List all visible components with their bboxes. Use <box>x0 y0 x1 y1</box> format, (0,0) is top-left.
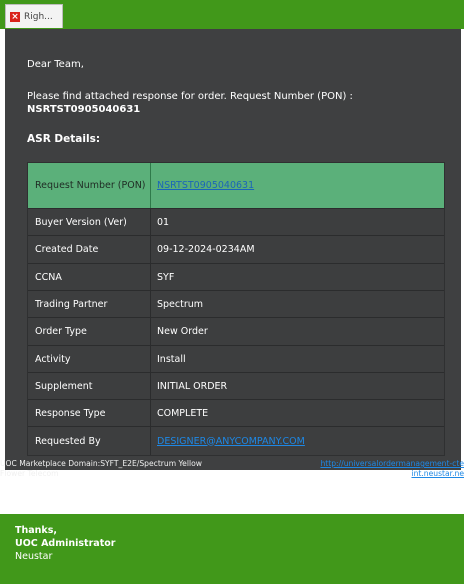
table-row: Created Date 09-12-2024-0234AM <box>28 236 444 264</box>
signature-bar: Thanks, UOC Administrator Neustar <box>0 514 464 584</box>
table-row: Request Number (PON) NSRTST0905040631 <box>28 163 444 209</box>
row-value-cell: INITIAL ORDER <box>151 373 444 399</box>
row-value: Install <box>157 353 186 365</box>
row-label: CCNA <box>28 264 151 290</box>
row-value-cell: 09-12-2024-0234AM <box>151 236 444 263</box>
row-label: Response Type <box>28 400 151 426</box>
signature-name: UOC Administrator <box>15 538 116 549</box>
row-value-cell: Spectrum <box>151 291 444 317</box>
row-value-cell: DESIGNER@ANYCOMPANY.COM <box>151 427 444 455</box>
row-value: COMPLETE <box>157 407 209 419</box>
row-value: New Order <box>157 326 208 337</box>
row-value-cell: Install <box>151 346 444 372</box>
table-row: Requested By DESIGNER@ANYCOMPANY.COM <box>28 427 444 455</box>
asr-details-table: Request Number (PON) NSRTST0905040631 Buye… <box>27 162 445 456</box>
footer-domain-line1: UOC Marketplace Domain:SYFT_E2E/Spectrum… <box>0 459 202 468</box>
footer-url-link[interactable]: http://universalordermanagement-cte int.… <box>320 459 464 479</box>
tab-label: Righ... <box>24 11 53 22</box>
signature-company: Neustar <box>15 551 53 562</box>
row-label: Buyer Version (Ver) <box>28 209 151 235</box>
row-value-cell: SYF <box>151 264 444 290</box>
signature-thanks: Thanks, <box>15 525 57 536</box>
table-row: Order Type New Order <box>28 318 444 346</box>
row-value-cell: COMPLETE <box>151 400 444 426</box>
row-label: Activity <box>28 346 151 372</box>
pon-value: NSRTST0905040631 <box>27 104 141 115</box>
row-value: SYF <box>157 271 175 283</box>
footer-domain: UOC Marketplace Domain:SYFT_E2E/Spectrum… <box>0 459 202 479</box>
table-row: CCNA SYF <box>28 264 444 291</box>
row-label: Order Type <box>28 318 151 345</box>
row-value: Spectrum <box>157 298 204 310</box>
footer-domain-line2: Flower Telecom <box>0 469 59 478</box>
row-value: 09-12-2024-0234AM <box>157 244 255 255</box>
row-value: 01 <box>157 216 170 228</box>
greeting-text: Dear Team, <box>27 59 84 70</box>
table-row: Buyer Version (Ver) 01 <box>28 209 444 236</box>
close-icon[interactable]: × <box>10 11 20 22</box>
footer-url-line1[interactable]: http://universalordermanagement-cte <box>320 459 464 469</box>
row-value-cell: New Order <box>151 318 444 345</box>
signature: Thanks, UOC Administrator Neustar <box>15 524 115 563</box>
row-value-cell: 01 <box>151 209 444 235</box>
top-green-bar: × Righ... <box>0 0 464 29</box>
table-row: Supplement INITIAL ORDER <box>28 373 444 400</box>
table-row: Activity Install <box>28 346 444 373</box>
row-value-link[interactable]: NSRTST0905040631 <box>157 180 254 191</box>
email-window: × Righ... Dear Team, Please find attache… <box>0 0 464 584</box>
table-row: Trading Partner Spectrum <box>28 291 444 318</box>
footer-url-line2[interactable]: int.neustar.ne <box>320 469 464 479</box>
row-label: Requested By <box>28 427 151 455</box>
row-label: Created Date <box>28 236 151 263</box>
intro-text: Please find attached response for order.… <box>27 90 427 116</box>
email-body: Dear Team, Please find attached response… <box>5 29 461 470</box>
row-value: INITIAL ORDER <box>157 380 228 392</box>
row-value-cell: NSRTST0905040631 <box>151 163 444 208</box>
row-value-link[interactable]: DESIGNER@ANYCOMPANY.COM <box>157 436 305 447</box>
intro-sentence: Please find attached response for order.… <box>27 91 353 102</box>
table-row: Response Type COMPLETE <box>28 400 444 427</box>
row-label: Request Number (PON) <box>28 163 151 208</box>
row-label: Trading Partner <box>28 291 151 317</box>
section-title: ASR Details: <box>27 133 101 145</box>
row-label: Supplement <box>28 373 151 399</box>
email-tab[interactable]: × Righ... <box>5 4 63 28</box>
